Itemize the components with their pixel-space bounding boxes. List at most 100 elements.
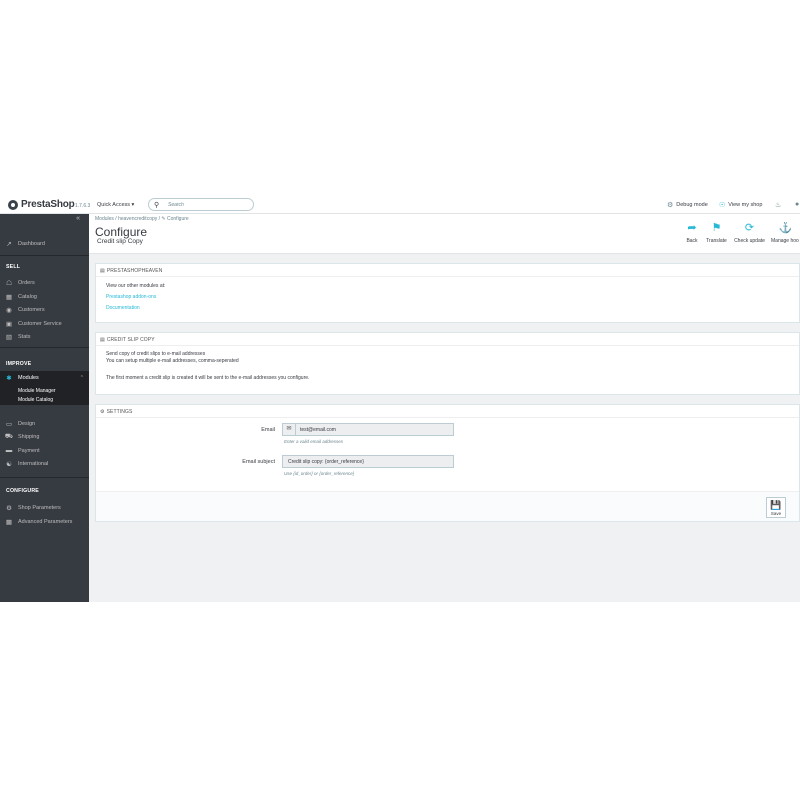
email-label: Email: [261, 427, 275, 433]
manage-hooks-button[interactable]: ⚓ Manage hoo: [771, 222, 800, 244]
section-improve: IMPROVE: [6, 361, 32, 367]
modules-submenu: Module Manager Module Catalog: [0, 385, 89, 405]
save-label: Save: [770, 511, 782, 516]
view-shop-label: View my shop: [728, 202, 763, 208]
cart-icon: ☖: [6, 279, 12, 287]
breadcrumb[interactable]: Modules / heavencreditcopy / ✎ Configure: [95, 216, 189, 222]
sidebar-item-label: Shop Parameters: [18, 504, 61, 511]
sidebar-item-international[interactable]: ☯ International: [0, 457, 89, 470]
sidebar-item-design[interactable]: ▭ Design: [0, 417, 89, 430]
panel-heading: ▤ CREDIT SLIP COPY: [96, 333, 799, 346]
intro-text: View our other modules at:: [106, 283, 166, 289]
translate-button[interactable]: ⚑ Translate: [704, 222, 729, 244]
store-icon: ▦: [5, 293, 13, 301]
email-help: Enter a valid email addresses: [284, 439, 344, 444]
sidebar-item-label: International: [18, 460, 49, 467]
app-frame: PrestaShop 1.7.6.3 Quick Access ▾ ⚲ ⚙ De…: [0, 196, 800, 602]
sidebar-item-payment[interactable]: ▬ Payment: [0, 444, 89, 457]
translate-label: Translate: [706, 238, 727, 244]
save-button[interactable]: 💾 Save: [766, 497, 786, 518]
save-icon: 💾: [770, 500, 782, 510]
chat-icon: ▣: [5, 320, 13, 328]
page-subtitle: Credit slip Copy: [97, 238, 143, 245]
sidebar-item-stats[interactable]: ▧ Stats: [0, 330, 89, 343]
email-subject-help: Use {id_order} or {order_reference}: [284, 471, 355, 476]
email-field[interactable]: ✉ test@email.com: [282, 423, 454, 436]
quick-access-button[interactable]: Quick Access ▾: [97, 202, 134, 208]
gear-icon: ⚙: [100, 409, 105, 415]
truck-icon: ⛟: [4, 433, 14, 440]
sidebar-item-dashboard[interactable]: ↗ Dashboard: [0, 224, 89, 256]
desktop-icon: ▭: [5, 420, 13, 428]
eye-icon: ☉: [719, 202, 726, 209]
sidebar-item-label: Shipping: [18, 433, 40, 440]
debug-mode-link[interactable]: ⚙ Debug mode: [667, 201, 708, 209]
sidebar-item-label: Modules: [18, 375, 39, 381]
panel-title: PRESTASHOPHEAVEN: [106, 268, 163, 274]
refresh-icon: ⟳: [744, 222, 755, 234]
email-subject-field[interactable]: Credit slip copy: {order_reference}: [282, 455, 454, 468]
sidebar-item-label: Dashboard: [18, 240, 45, 247]
sidebar-item-shipping[interactable]: ⛟ Shipping: [0, 430, 89, 443]
sidebar-item-label: Advanced Parameters: [18, 518, 73, 525]
sidebar-item-catalog[interactable]: ▦ Catalog: [0, 290, 89, 303]
list-icon: ▤: [100, 337, 105, 343]
check-update-button[interactable]: ⟳ Check update: [732, 222, 767, 244]
search-box[interactable]: ⚲: [148, 198, 254, 211]
documentation-link[interactable]: Documentation: [106, 305, 140, 311]
panel-footer: 💾 Save: [96, 491, 799, 521]
bell-icon: ♨: [775, 202, 782, 209]
brand-name: PrestaShop: [21, 199, 75, 210]
credit-card-icon: ▬: [5, 447, 13, 454]
sidebar-item-modules[interactable]: ✱ Modules ⌃: [0, 371, 89, 385]
logo-icon: [8, 199, 18, 210]
sidebar-item-customer-service[interactable]: ▣ Customer Service: [0, 317, 89, 330]
account-icon: ◉: [6, 306, 12, 314]
search-input[interactable]: [168, 201, 248, 209]
page-header: Modules / heavencreditcopy / ✎ Configure…: [89, 214, 800, 254]
top-header: PrestaShop 1.7.6.3 Quick Access ▾ ⚲ ⚙ De…: [0, 196, 800, 214]
submenu-module-manager[interactable]: Module Manager: [18, 388, 56, 394]
brand-logo[interactable]: PrestaShop: [8, 199, 75, 210]
back-label: Back: [686, 238, 698, 244]
notifications-button[interactable]: ♨: [775, 201, 784, 209]
divider: [0, 347, 89, 348]
anchor-icon: ⚓: [778, 222, 793, 234]
sidebar-item-label: Payment: [18, 447, 40, 454]
sidebar-item-label: Orders: [18, 279, 35, 286]
debug-mode-label: Debug mode: [676, 202, 708, 208]
sidebar-item-orders[interactable]: ☖ Orders: [0, 276, 89, 289]
flag-icon: ⚑: [711, 222, 722, 234]
section-sell: SELL: [6, 264, 21, 270]
sidebar-item-label: Customer Service: [18, 320, 62, 327]
manage-hooks-label: Manage hoo: [771, 238, 799, 244]
panel-heading: ⚙ SETTINGS: [96, 405, 799, 418]
collapse-sidebar-button[interactable]: «: [76, 215, 80, 222]
sidebar-item-label: Design: [18, 420, 36, 427]
envelope-icon: ✉: [283, 424, 296, 435]
submenu-module-catalog[interactable]: Module Catalog: [18, 397, 53, 403]
settings-applications-icon: ▩: [5, 518, 13, 526]
sidebar-item-label: Customers: [18, 306, 45, 313]
panel-settings: ⚙ SETTINGS Email ✉ test@email.com Enter a…: [95, 404, 800, 522]
main-content: Modules / heavencreditcopy / ✎ Configure…: [89, 214, 800, 602]
sidebar-item-customers[interactable]: ◉ Customers: [0, 303, 89, 316]
sidebar-item-advanced-parameters[interactable]: ▩ Advanced Parameters: [0, 515, 89, 528]
bug-icon: ⚙: [667, 202, 674, 209]
back-icon: ➦: [687, 222, 697, 234]
sidebar-item-shop-parameters[interactable]: ⚙ Shop Parameters: [0, 501, 89, 514]
description-line: The first moment a credit slip is create…: [106, 375, 310, 381]
addons-link[interactable]: Prestashop addon-ons: [106, 294, 156, 300]
employee-menu[interactable]: ●: [795, 201, 800, 208]
trending-icon: ↗: [6, 240, 12, 248]
puzzle-icon: ✱: [6, 375, 12, 382]
email-subject-label: Email subject: [242, 459, 275, 465]
version-label: 1.7.6.3: [75, 203, 91, 209]
sidebar-item-label: Catalog: [18, 293, 37, 300]
description-line: You can setup multiple e-mail addresses,…: [106, 358, 239, 364]
sidebar-dashboard-link[interactable]: ↗ Dashboard: [0, 237, 89, 250]
stats-icon: ▧: [5, 333, 13, 341]
search-icon[interactable]: ⚲: [154, 201, 159, 209]
back-button[interactable]: ➦ Back: [682, 222, 702, 244]
view-shop-link[interactable]: ☉ View my shop: [719, 201, 762, 209]
